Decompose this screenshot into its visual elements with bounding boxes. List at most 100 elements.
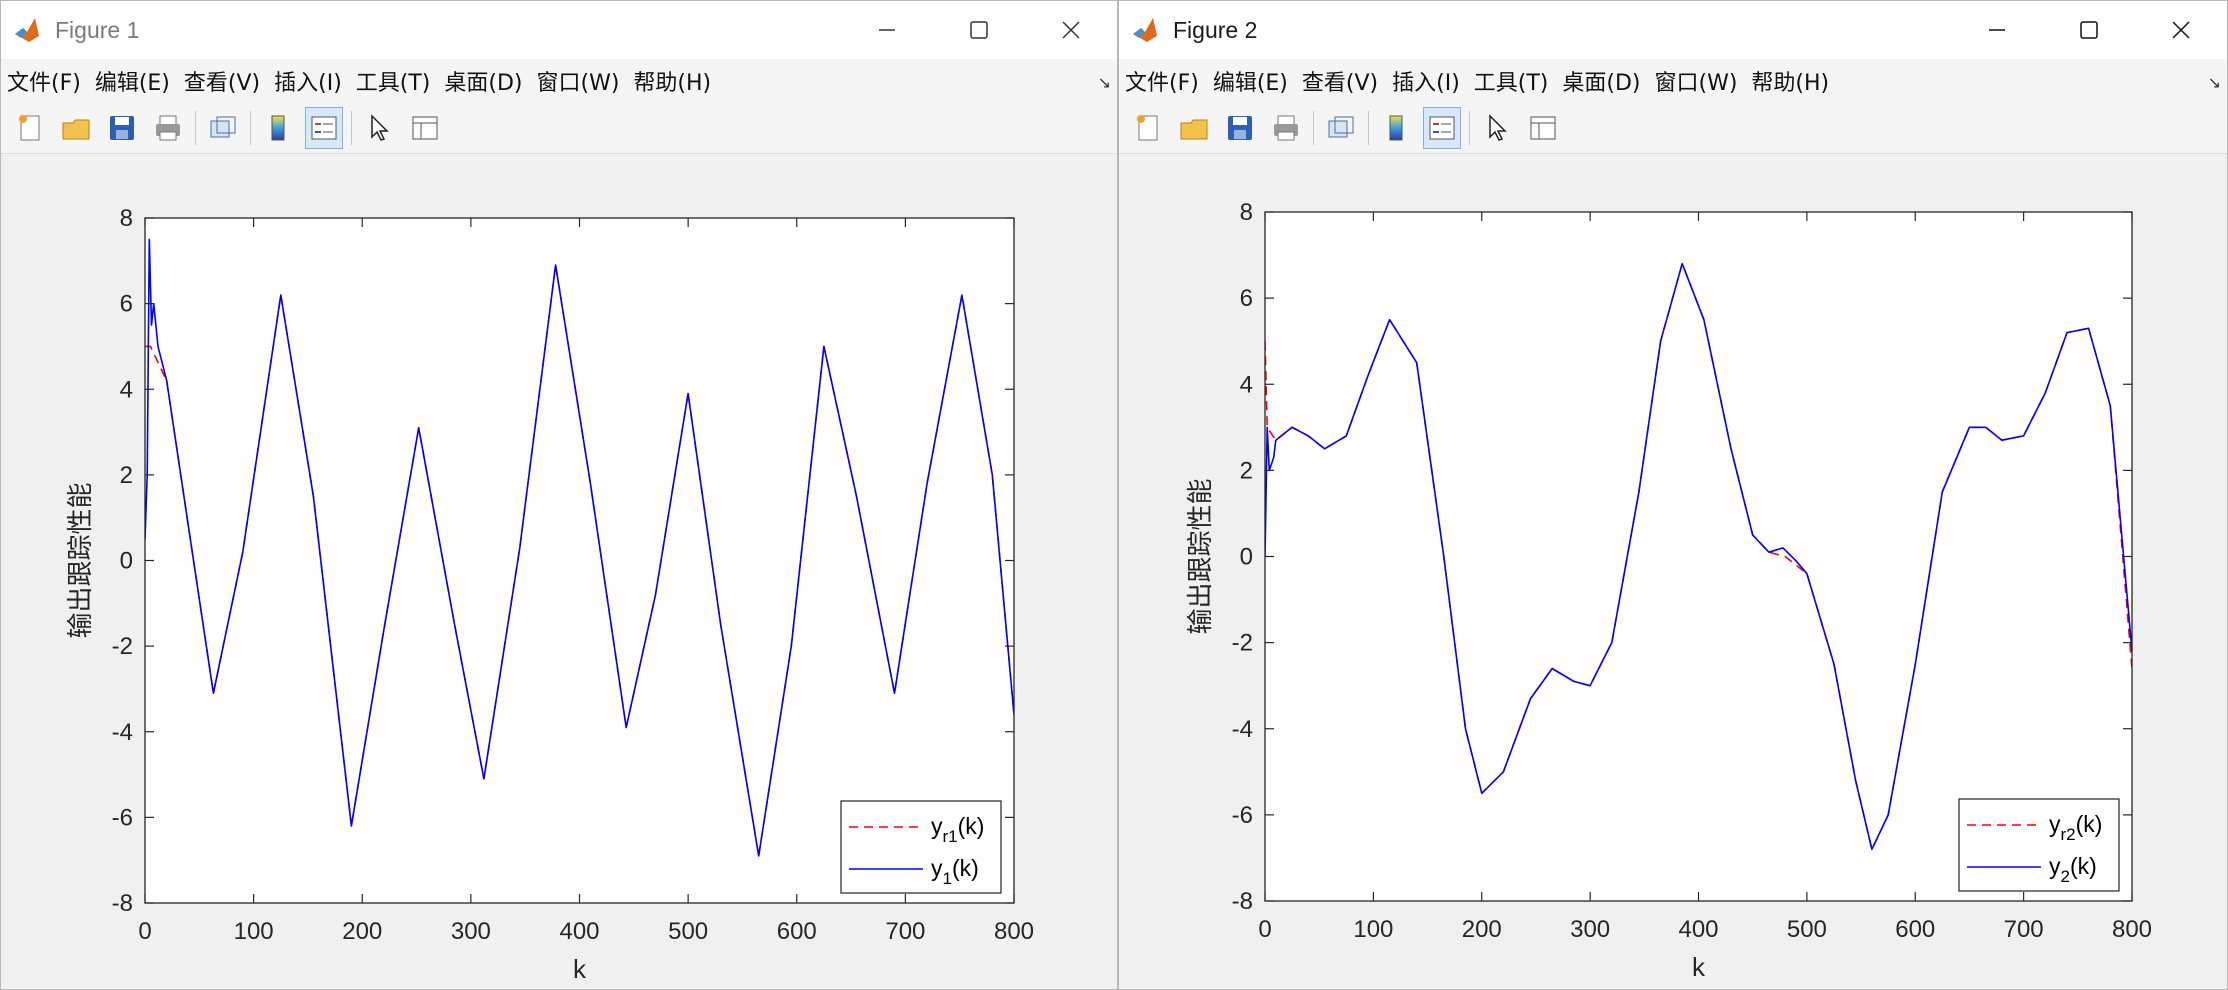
menu-desktop[interactable]: 桌面(D) bbox=[1562, 65, 1640, 97]
new-figure-button[interactable] bbox=[11, 107, 49, 149]
menu-help[interactable]: 帮助(H) bbox=[633, 65, 711, 97]
toolbar-separator bbox=[1368, 111, 1369, 145]
link-icon bbox=[210, 116, 236, 138]
menu-desktop[interactable]: 桌面(D) bbox=[444, 65, 522, 97]
legend-button[interactable] bbox=[1423, 107, 1461, 149]
chart-figure-1[interactable]: 0 100 200 300 400 500 600 700 800 -8 -6 -4 -2 0 2 4 6 8 k 输… bbox=[1, 154, 1117, 990]
property-editor-button[interactable] bbox=[1524, 107, 1562, 149]
x-tick-label: 500 bbox=[1787, 916, 1827, 943]
minimize-icon bbox=[1989, 29, 2005, 31]
save-icon bbox=[110, 116, 134, 140]
x-tick-label: 700 bbox=[885, 918, 925, 945]
x-tick-label: 700 bbox=[2004, 916, 2044, 943]
menu-window[interactable]: 窗口(W) bbox=[1655, 65, 1738, 97]
y-tick-label: 6 bbox=[120, 291, 133, 318]
window-title: Figure 2 bbox=[1173, 16, 1258, 43]
menu-insert[interactable]: 插入(I) bbox=[274, 65, 342, 97]
property-editor-icon bbox=[1530, 116, 1556, 140]
x-tick-label: 200 bbox=[342, 918, 382, 945]
figure-1-window: Figure 1 文件(F) 编辑(E) 查看(V) 插入(I) 工具(T) 桌… bbox=[0, 0, 1118, 990]
pointer-button[interactable] bbox=[360, 107, 398, 149]
x-tick-label: 400 bbox=[1678, 916, 1718, 943]
colorbar-icon bbox=[271, 115, 285, 141]
new-figure-icon bbox=[1137, 115, 1158, 141]
maximize-button[interactable] bbox=[933, 1, 1025, 59]
close-button[interactable] bbox=[1025, 1, 1117, 59]
maximize-button[interactable] bbox=[2043, 1, 2135, 59]
toolbar-separator bbox=[195, 111, 196, 145]
x-tick-label: 300 bbox=[1570, 916, 1610, 943]
x-tick-label: 100 bbox=[1353, 916, 1393, 943]
link-button[interactable] bbox=[204, 107, 242, 149]
maximize-icon bbox=[2080, 21, 2098, 39]
legend-icon bbox=[1429, 116, 1455, 140]
minimize-button[interactable] bbox=[1951, 1, 2043, 59]
menu-tools[interactable]: 工具(T) bbox=[356, 65, 431, 97]
x-tick-label: 800 bbox=[994, 918, 1034, 945]
x-tick-label: 400 bbox=[559, 918, 599, 945]
open-file-button[interactable] bbox=[1175, 107, 1213, 149]
title-bar[interactable]: Figure 2 bbox=[1119, 1, 2227, 59]
print-icon bbox=[1274, 115, 1298, 141]
figure-area: 0 100 200 300 400 500 600 700 800 -8 -6 -4 -2 0 2 4 6 8 k 输… bbox=[1119, 154, 2227, 989]
y-tick-label: -2 bbox=[1232, 630, 1253, 657]
print-button[interactable] bbox=[149, 107, 187, 149]
link-button[interactable] bbox=[1322, 107, 1360, 149]
new-figure-button[interactable] bbox=[1129, 107, 1167, 149]
save-button[interactable] bbox=[103, 107, 141, 149]
toolbar bbox=[1119, 103, 2227, 154]
colorbar-icon bbox=[1389, 115, 1403, 141]
plot-area bbox=[145, 218, 1014, 903]
open-file-icon bbox=[1180, 119, 1208, 140]
menu-file[interactable]: 文件(F) bbox=[1125, 65, 1199, 97]
save-button[interactable] bbox=[1221, 107, 1259, 149]
minimize-button[interactable] bbox=[841, 1, 933, 59]
x-tick-label: 300 bbox=[451, 918, 491, 945]
menu-edit[interactable]: 编辑(E) bbox=[95, 65, 170, 97]
open-file-button[interactable] bbox=[57, 107, 95, 149]
colorbar-button[interactable] bbox=[259, 107, 297, 149]
y-tick-label: -8 bbox=[1232, 888, 1253, 915]
x-tick-label: 0 bbox=[1258, 916, 1271, 943]
toolbar-separator bbox=[351, 111, 352, 145]
menu-view[interactable]: 查看(V) bbox=[1302, 65, 1378, 97]
chart-figure-2[interactable]: 0 100 200 300 400 500 600 700 800 -8 -6 -4 -2 0 2 4 6 8 k 输… bbox=[1119, 154, 2227, 990]
print-button[interactable] bbox=[1267, 107, 1305, 149]
legend-button[interactable] bbox=[305, 107, 343, 149]
x-tick-label: 800 bbox=[2112, 916, 2152, 943]
x-tick-label: 100 bbox=[234, 918, 274, 945]
y-tick-label: -4 bbox=[1232, 716, 1253, 743]
legend: yr1(k)y1(k) bbox=[840, 800, 1002, 894]
title-bar[interactable]: Figure 1 bbox=[1, 1, 1117, 59]
dock-arrow-icon[interactable]: ↘ bbox=[2208, 73, 2221, 92]
y-tick-label: -2 bbox=[112, 633, 133, 660]
property-editor-button[interactable] bbox=[406, 107, 444, 149]
y-tick-label: 8 bbox=[1240, 199, 1253, 226]
dock-arrow-icon[interactable]: ↘ bbox=[1098, 73, 1111, 92]
figure-area: 0 100 200 300 400 500 600 700 800 -8 -6 -4 -2 0 2 4 6 8 k 输… bbox=[1, 154, 1117, 989]
menu-edit[interactable]: 编辑(E) bbox=[1213, 65, 1288, 97]
pointer-button[interactable] bbox=[1478, 107, 1516, 149]
x-tick-label: 200 bbox=[1462, 916, 1502, 943]
y-axis-label: 输出跟踪性能 bbox=[66, 482, 96, 638]
menu-tools[interactable]: 工具(T) bbox=[1474, 65, 1549, 97]
menu-view[interactable]: 查看(V) bbox=[184, 65, 260, 97]
pointer-icon bbox=[1489, 114, 1507, 141]
colorbar-button[interactable] bbox=[1377, 107, 1415, 149]
link-icon bbox=[1328, 116, 1354, 138]
save-icon bbox=[1228, 116, 1252, 140]
menu-window[interactable]: 窗口(W) bbox=[537, 65, 620, 97]
toolbar bbox=[1, 103, 1117, 154]
menu-help[interactable]: 帮助(H) bbox=[1751, 65, 1829, 97]
x-tick-label: 600 bbox=[1895, 916, 1935, 943]
plot-area bbox=[1265, 212, 2132, 901]
new-figure-icon bbox=[19, 115, 40, 141]
y-tick-label: -6 bbox=[112, 804, 133, 831]
legend-icon bbox=[311, 116, 337, 140]
menu-file[interactable]: 文件(F) bbox=[7, 65, 81, 97]
close-button[interactable] bbox=[2135, 1, 2227, 59]
x-axis-label: k bbox=[573, 954, 587, 984]
menu-insert[interactable]: 插入(I) bbox=[1392, 65, 1460, 97]
open-file-icon bbox=[62, 119, 90, 140]
close-icon bbox=[1062, 21, 1080, 39]
